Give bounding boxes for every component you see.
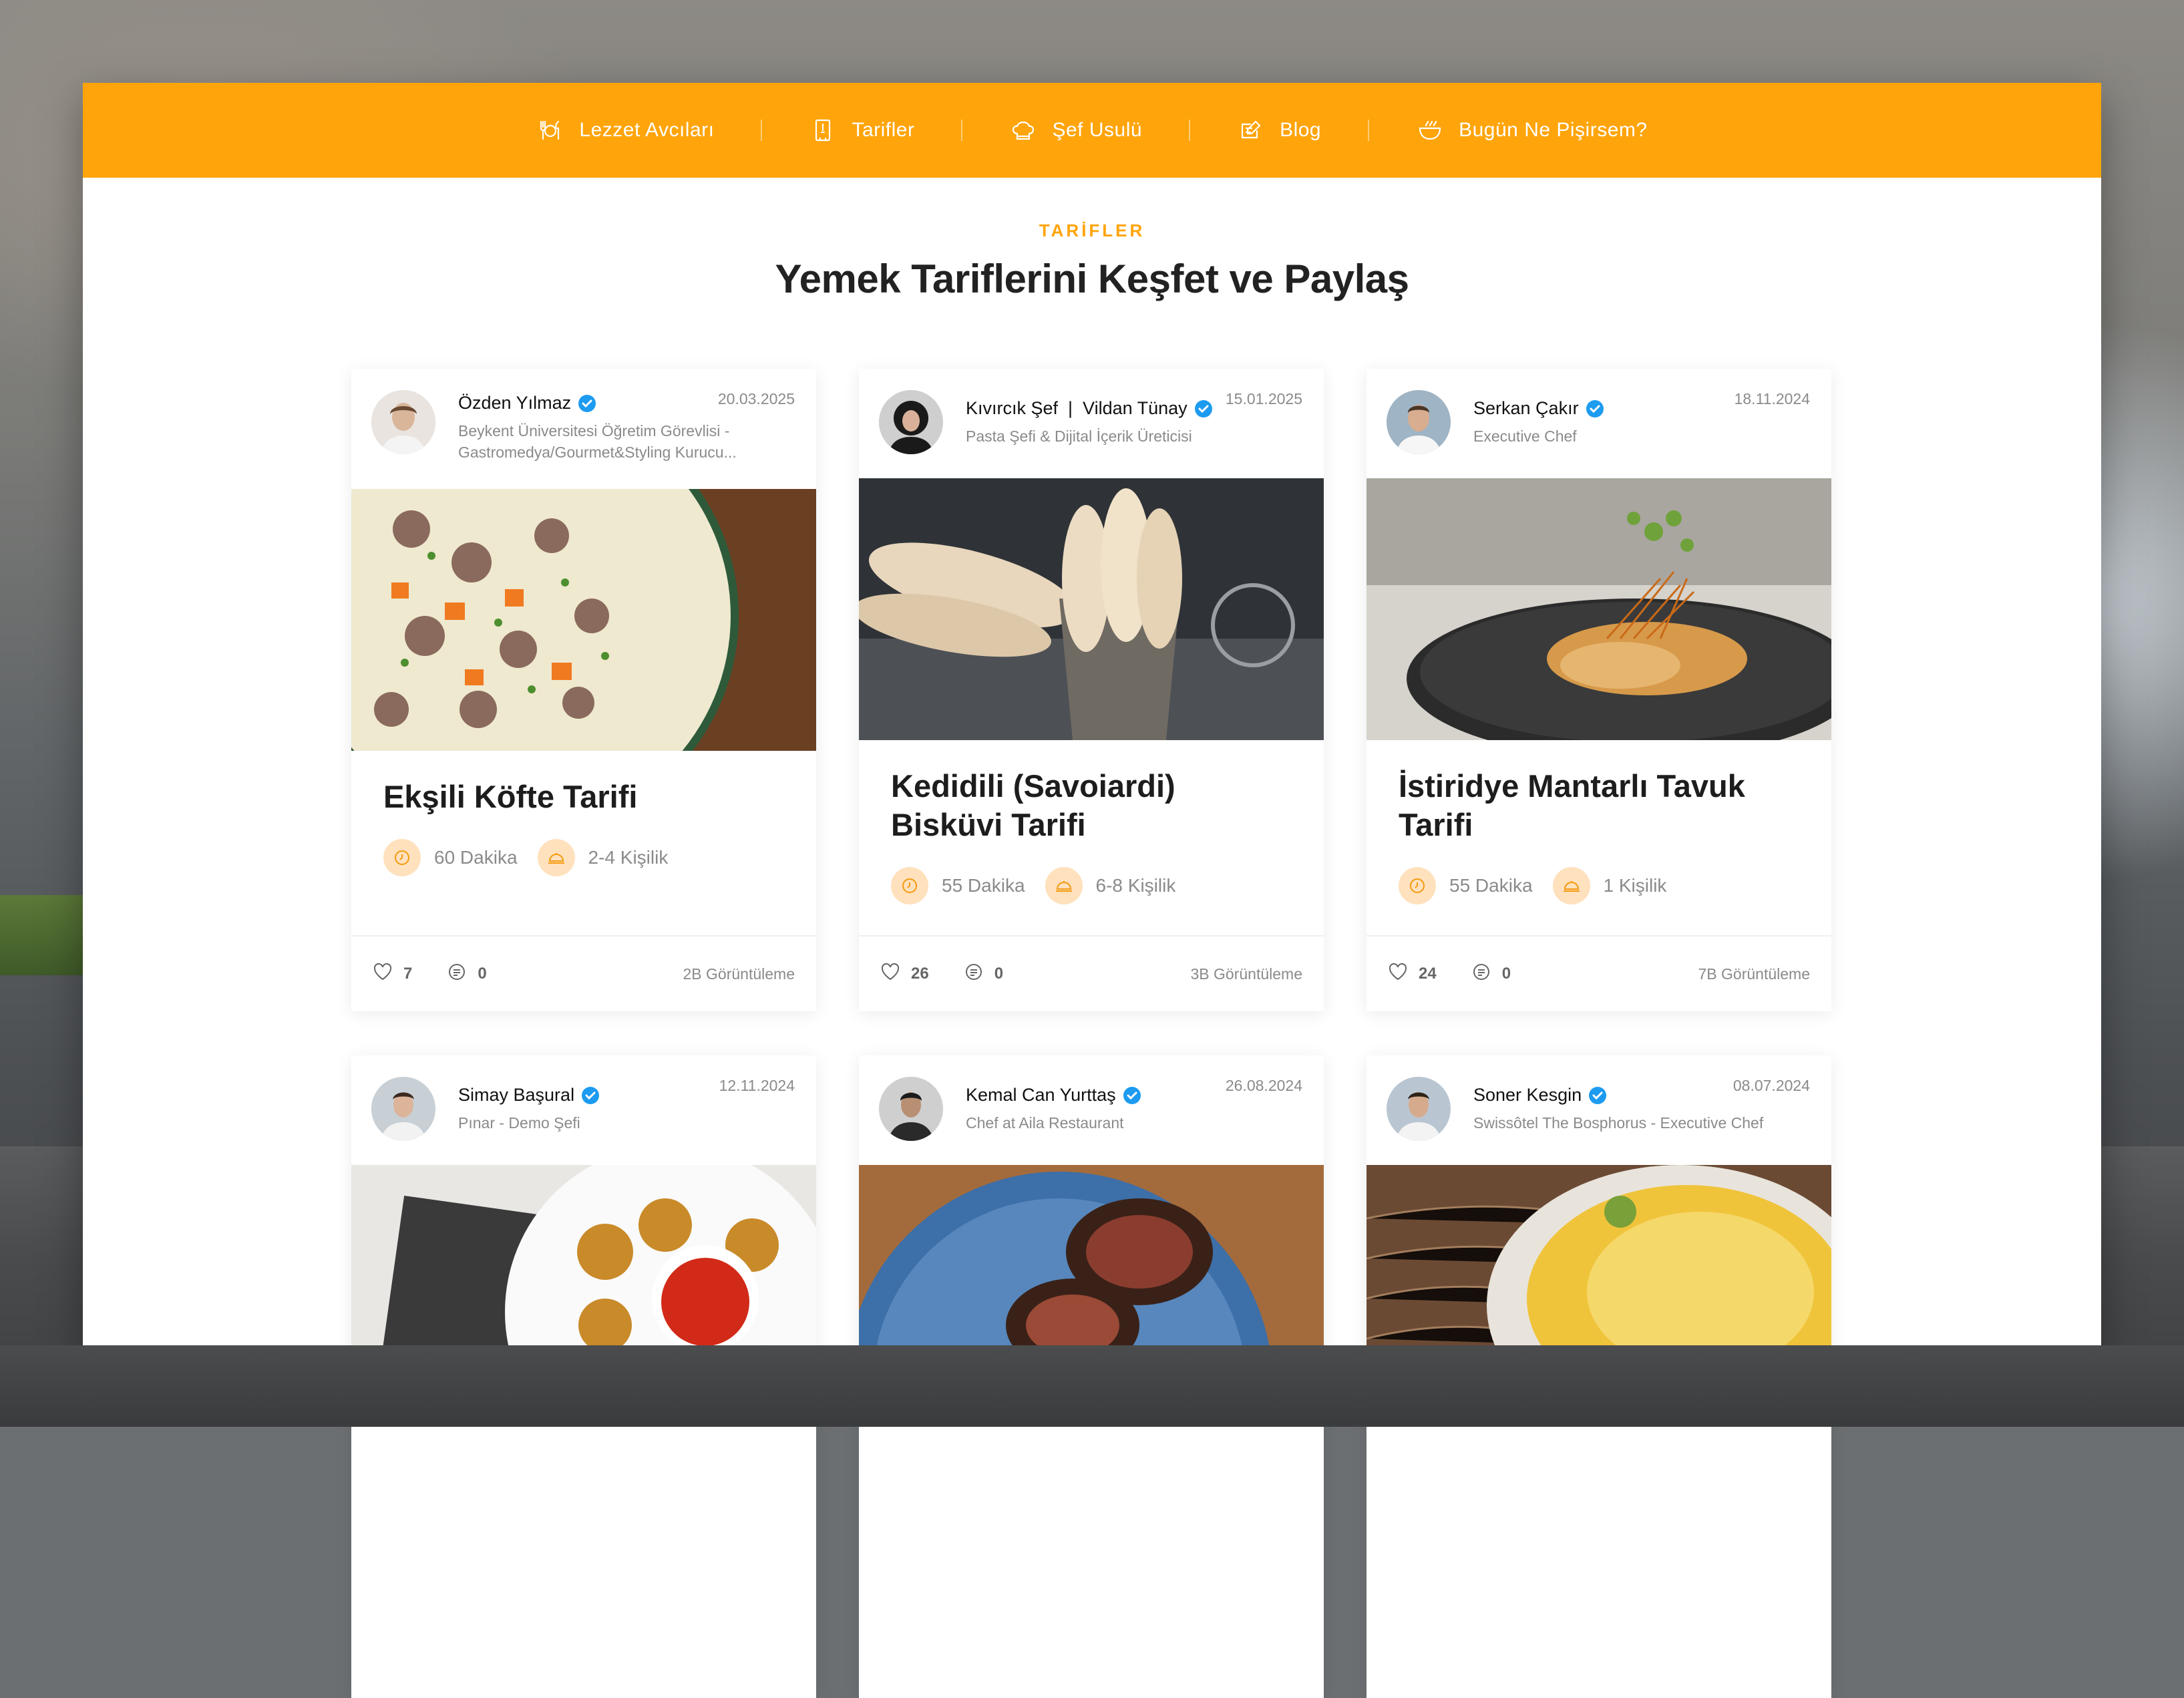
view-count: 3B Görüntüleme — [1190, 965, 1302, 983]
servings: 6-8 Kişilik — [1045, 867, 1175, 904]
post-date: 20.03.2025 — [717, 390, 795, 407]
like-button[interactable]: 7 — [373, 963, 412, 986]
author-bio: Executive Chef — [1473, 428, 1577, 445]
card-author-header: Serkan Çakır Executive Chef 18.11.2024 — [1367, 369, 1831, 478]
nav-item-lezzet-avcilari[interactable]: Lezzet Avcıları — [490, 116, 761, 144]
verified-badge-icon — [1194, 399, 1213, 418]
top-navigation: Lezzet Avcıları Tarifler Şef Usulü Blog — [83, 83, 2101, 178]
card-author-header: Kıvırcık Şef | Vildan Tünay Pasta Şefi &… — [859, 369, 1324, 478]
chef-hat-icon — [1009, 116, 1037, 144]
card-body: Ekşili Köfte Tarifi 60 Dakika 2-4 Kişili… — [351, 751, 816, 876]
avatar[interactable] — [371, 390, 435, 454]
card-body: Kedidili (Savoiardi) Bisküvi Tarifi 55 D… — [859, 740, 1324, 904]
verified-badge-icon — [1586, 399, 1604, 418]
clock-icon — [891, 867, 928, 904]
avatar[interactable] — [879, 1077, 943, 1141]
recipe-title[interactable]: Ekşili Köfte Tarifi — [383, 778, 784, 816]
section-eyebrow: TARİFLER — [1039, 220, 1145, 240]
duration: 55 Dakika — [1399, 867, 1533, 904]
author-bio: Pınar - Demo Şefi — [458, 1114, 580, 1132]
nav-item-tarifler[interactable]: Tarifler — [762, 116, 961, 144]
pot-icon — [1416, 116, 1444, 144]
post-date: 08.07.2024 — [1733, 1077, 1810, 1094]
servings: 2-4 Kişilik — [537, 839, 668, 876]
nav-item-label: Lezzet Avcıları — [579, 119, 715, 141]
nav-item-label: Bugün Ne Pişirsem? — [1459, 119, 1648, 141]
recipe-image[interactable] — [351, 489, 816, 751]
avatar[interactable] — [1387, 1077, 1451, 1141]
author-bio: Swissôtel The Bosphorus - Executive Chef — [1473, 1114, 1764, 1132]
nav-item-label: Blog — [1280, 119, 1322, 141]
duration: 60 Dakika — [383, 839, 518, 876]
recipe-title[interactable]: İstiridye Mantarlı Tavuk Tarifi — [1399, 767, 1799, 844]
comment-button[interactable]: 0 — [447, 962, 487, 987]
post-date: 18.11.2024 — [1734, 390, 1810, 407]
cutlery-icon — [536, 116, 564, 144]
card-footer: 7 0 2B Görüntüleme — [351, 935, 816, 1011]
view-count: 7B Görüntüleme — [1698, 965, 1810, 983]
view-count: 2B Görüntüleme — [683, 965, 795, 983]
recipe-card[interactable]: Özden Yılmaz Beykent Üniversitesi Öğreti… — [351, 369, 816, 1011]
background-grass — [0, 895, 83, 975]
post-date: 12.11.2024 — [719, 1077, 795, 1094]
author-bio: Beykent Üniversitesi Öğretim Görevlisi -… — [458, 422, 737, 461]
blog-edit-icon — [1237, 116, 1265, 144]
nav-item-bugun-ne-pisirsem[interactable]: Bugün Ne Pişirsem? — [1369, 116, 1694, 144]
clock-icon — [383, 839, 421, 876]
serving-dish-icon — [1045, 867, 1083, 904]
recipe-card[interactable]: Kıvırcık Şef | Vildan Tünay Pasta Şefi &… — [859, 369, 1324, 1011]
duration: 55 Dakika — [891, 867, 1025, 904]
servings: 1 Kişilik — [1552, 867, 1666, 904]
card-footer: 24 0 7B Görüntüleme — [1367, 935, 1831, 1011]
card-author-header: Kemal Can Yurttaş Chef at Aila Restauran… — [859, 1055, 1324, 1165]
like-button[interactable]: 26 — [880, 963, 929, 986]
clock-icon — [1399, 867, 1436, 904]
avatar[interactable] — [1387, 390, 1451, 454]
serving-dish-icon — [1552, 867, 1590, 904]
nav-item-sef-usulu[interactable]: Şef Usulü — [962, 116, 1189, 144]
card-author-header: Simay Başural Pınar - Demo Şefi 12.11.20… — [351, 1055, 816, 1165]
comment-icon — [447, 962, 467, 987]
heart-icon — [880, 963, 900, 986]
verified-badge-icon — [578, 394, 596, 413]
recipe-image[interactable] — [859, 478, 1324, 740]
recipe-grid: Özden Yılmaz Beykent Üniversitesi Öğreti… — [351, 369, 1834, 1698]
card-body: İstiridye Mantarlı Tavuk Tarifi 55 Dakik… — [1367, 740, 1831, 904]
recipe-meta: 55 Dakika 1 Kişilik — [1399, 867, 1799, 904]
card-author-header: Özden Yılmaz Beykent Üniversitesi Öğreti… — [351, 369, 816, 489]
recipe-meta: 60 Dakika 2-4 Kişilik — [383, 839, 784, 876]
recipe-title[interactable]: Kedidili (Savoiardi) Bisküvi Tarifi — [891, 767, 1292, 844]
verified-badge-icon — [1123, 1086, 1141, 1105]
nav-item-label: Şef Usulü — [1052, 119, 1143, 141]
post-date: 15.01.2025 — [1225, 390, 1302, 407]
comment-icon — [964, 962, 984, 987]
heart-icon — [373, 963, 393, 986]
author-bio: Pasta Şefi & Dijital İçerik Üreticisi — [966, 428, 1192, 445]
comment-button[interactable]: 0 — [964, 962, 1003, 987]
avatar[interactable] — [371, 1077, 435, 1141]
section-header: TARİFLER Yemek Tariflerini Keşfet ve Pay… — [83, 178, 2101, 302]
page-title: Yemek Tariflerini Keşfet ve Paylaş — [775, 257, 1409, 301]
verified-badge-icon — [1588, 1086, 1607, 1105]
recipe-book-icon — [809, 116, 837, 144]
comment-button[interactable]: 0 — [1471, 962, 1511, 987]
card-author-header: Soner Kesgin Swissôtel The Bosphorus - E… — [1367, 1055, 1831, 1165]
recipe-card[interactable]: Serkan Çakır Executive Chef 18.11.2024 İ… — [1367, 369, 1831, 1011]
nav-item-label: Tarifler — [852, 119, 915, 141]
recipe-image[interactable] — [1367, 478, 1831, 740]
nav-item-blog[interactable]: Blog — [1190, 116, 1368, 144]
serving-dish-icon — [537, 839, 575, 876]
frame-bottom-edge — [0, 1345, 2184, 1427]
post-date: 26.08.2024 — [1225, 1077, 1302, 1094]
verified-badge-icon — [581, 1086, 600, 1105]
avatar[interactable] — [879, 390, 943, 454]
like-button[interactable]: 24 — [1388, 963, 1437, 986]
comment-icon — [1471, 962, 1491, 987]
heart-icon — [1388, 963, 1408, 986]
card-footer: 26 0 3B Görüntüleme — [859, 935, 1324, 1011]
author-bio: Chef at Aila Restaurant — [966, 1114, 1124, 1132]
recipe-meta: 55 Dakika 6-8 Kişilik — [891, 867, 1292, 904]
